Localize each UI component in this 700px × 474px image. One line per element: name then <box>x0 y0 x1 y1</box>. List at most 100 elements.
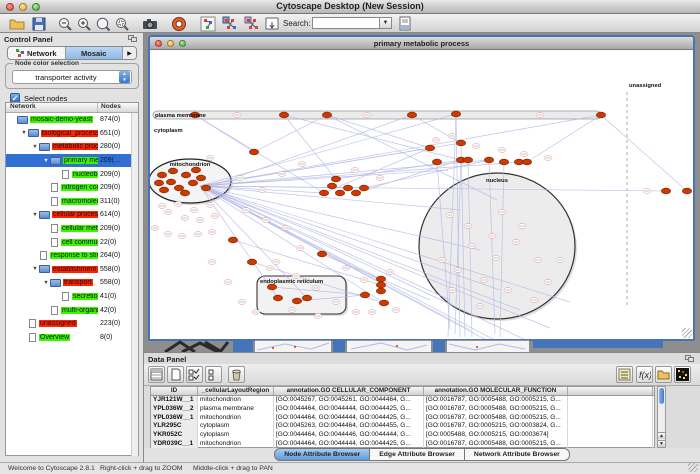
table-cell[interactable]: YPL036W__1 <box>151 414 198 423</box>
zoom-in-icon[interactable] <box>75 15 92 32</box>
tree-column-network[interactable]: Network <box>6 103 98 112</box>
app-resize-grip[interactable] <box>688 462 698 472</box>
tree-row-secretion[interactable]: secretion41(0) <box>6 290 138 304</box>
table-row[interactable]: YLR295Ccytoplasm[GO:0045263, GO:0044464,… <box>151 422 654 431</box>
tree-row-cell-communicat[interactable]: cell communicat22(0) <box>6 235 138 249</box>
table-header-2[interactable]: annotation.GO CELLULAR_COMPONENT <box>274 387 424 395</box>
delete-attribute-icon[interactable] <box>228 366 245 383</box>
search-input[interactable] <box>312 17 380 29</box>
tree-row-mosaic-demo-yeast[interactable]: mosaic-demo-yeast874(0) <box>6 113 138 127</box>
table-cell[interactable]: YJR121W__1 <box>151 396 198 405</box>
tab-mosaic[interactable]: Mosaic <box>66 47 124 59</box>
table-cell[interactable]: mitochondrion <box>198 414 274 423</box>
float-panel-icon[interactable] <box>685 355 694 363</box>
tree-row-overview[interactable]: Overview8(0) <box>6 331 138 345</box>
table-cell[interactable]: [GO:0016787, GO:0005488, GO:0005215, G..… <box>424 405 568 414</box>
save-icon[interactable] <box>30 15 47 32</box>
float-panel-icon[interactable] <box>128 35 137 43</box>
table-cell[interactable]: mitochondrion <box>198 396 274 405</box>
network-canvas[interactable]: plasma membranecytoplasmmitochondrionnuc… <box>150 50 693 339</box>
table-cell[interactable] <box>568 422 653 431</box>
scrollbar-thumb[interactable] <box>659 388 664 404</box>
table-cell[interactable] <box>568 396 653 405</box>
table-cell[interactable]: [GO:0016787, GO:0005488, GO:0005215, G..… <box>424 414 568 423</box>
tree-row-unassigned[interactable]: unassigned223(0) <box>6 317 138 331</box>
table-cell[interactable]: [GO:0016787, GO:0005215, GO:0003824, G..… <box>424 422 568 431</box>
tab-network-attribute-browser[interactable]: Network Attribute Browser <box>465 448 570 461</box>
matrix-view-icon[interactable] <box>674 366 691 383</box>
scroll-up-arrow[interactable]: ▲ <box>658 432 665 439</box>
table-cell[interactable]: [GO:0005488, GO:0005215, GO:0003674] <box>424 431 568 440</box>
table-cell[interactable] <box>568 431 653 440</box>
tree-row-biological-process[interactable]: ▼biological_process651(0) <box>6 127 138 141</box>
table-header-1[interactable]: _cellularLayoutRegion <box>198 387 274 395</box>
network-window-titlebar[interactable]: primary metabolic process <box>150 37 693 50</box>
network-from-selected-nodes-icon[interactable] <box>221 15 238 32</box>
expand-arrow-icon[interactable]: ▼ <box>31 212 39 218</box>
tree-row-multi-organism-pro[interactable]: multi-organism pro42(0) <box>6 303 138 317</box>
tree-scrollbar[interactable] <box>131 113 138 456</box>
scroll-down-arrow[interactable]: ▼ <box>658 440 665 447</box>
new-network-icon[interactable] <box>199 15 216 32</box>
table-row[interactable]: YPL036W__1mitochondrion[GO:0044464, GO:0… <box>151 414 654 423</box>
table-row[interactable]: YJR121W__1mitochondrion[GO:0045267, GO:0… <box>151 396 654 405</box>
search-options-icon[interactable] <box>396 15 413 32</box>
table-row[interactable]: YPL036W__2plasma membrane[GO:0044464, GO… <box>151 405 654 414</box>
unselect-all-attributes-icon[interactable] <box>205 366 222 383</box>
node-color-select[interactable]: transporter activity ▲▼ <box>12 70 132 84</box>
expand-arrow-icon[interactable]: ▼ <box>42 280 50 286</box>
tree-row-response-to-stimul[interactable]: response to stimul264(0) <box>6 249 138 263</box>
expand-arrow-icon[interactable]: ▼ <box>31 144 39 150</box>
select-attributes-icon[interactable] <box>148 366 165 383</box>
table-cell[interactable]: YKR052C <box>151 431 198 440</box>
create-attribute-icon[interactable] <box>167 366 184 383</box>
tree-row-nitrogen-compo[interactable]: nitrogen compo209(0) <box>6 181 138 195</box>
table-header-0[interactable]: ID <box>151 387 198 395</box>
expand-arrow-icon[interactable]: ▼ <box>20 130 28 136</box>
table-cell[interactable]: YPL036W__2 <box>151 405 198 414</box>
tree-row-macromolecule[interactable]: macromolecule311(0) <box>6 195 138 209</box>
zoom-fit-icon[interactable] <box>94 15 111 32</box>
network-view-window[interactable]: primary metabolic process plasma membran… <box>148 35 695 341</box>
zoom-selected-icon[interactable] <box>113 15 130 32</box>
table-cell[interactable]: [GO:0016787, GO:0005488, GO:0005215, G..… <box>424 396 568 405</box>
function-builder-icon[interactable]: f(x) <box>636 366 653 383</box>
tab-node-attribute-browser[interactable]: Node Attribute Browser <box>274 448 370 461</box>
window-titlebar[interactable]: Cytoscape Desktop (New Session) <box>0 0 700 14</box>
table-cell[interactable]: [GO:0044464, GO:0044446, GO:0044444, G..… <box>274 431 424 440</box>
expand-arrow-icon[interactable]: ▼ <box>31 266 39 272</box>
table-cell[interactable]: [GO:0044464, GO:0044444, GO:0044425, G..… <box>274 405 424 414</box>
table-header-3[interactable]: annotation.GO MOLECULAR_FUNCTION <box>424 387 568 395</box>
import-attributes-icon[interactable] <box>655 366 672 383</box>
open-icon[interactable] <box>8 15 25 32</box>
tab-edge-attribute-browser[interactable]: Edge Attribute Browser <box>370 448 465 461</box>
table-cell[interactable]: [GO:0045267, GO:0045261, GO:0044464, G..… <box>274 396 424 405</box>
tree-row-cellular-process[interactable]: ▼cellular process614(0) <box>6 208 138 222</box>
table-cell[interactable]: [GO:0045263, GO:0044464, GO:0044455, G..… <box>274 422 424 431</box>
tree-row-nucleobase-[interactable]: nucleobase-209(0) <box>6 167 138 181</box>
search-dropdown-arrow[interactable]: ▼ <box>380 17 392 29</box>
annotation-icon[interactable] <box>263 15 280 32</box>
tree-row-transport[interactable]: ▼transport558(0) <box>6 276 138 290</box>
tab-network[interactable]: Network <box>8 47 66 59</box>
select-all-attributes-icon[interactable] <box>186 366 203 383</box>
snapshot-icon[interactable] <box>141 15 158 32</box>
tree-row-metabolic-process[interactable]: ▼metabolic process280(0) <box>6 140 138 154</box>
table-cell[interactable]: cytoplasm <box>198 431 274 440</box>
tab-overflow-arrow[interactable]: ▶ <box>123 47 136 59</box>
tree-row-establishment-of-lo[interactable]: ▼establishment of lo558(0) <box>6 263 138 277</box>
expand-arrow-icon[interactable]: ▼ <box>42 158 50 164</box>
window-resize-grip[interactable] <box>682 328 692 338</box>
table-scrollbar[interactable]: ▲ ▼ <box>657 386 666 448</box>
attribute-list-icon[interactable] <box>616 366 633 383</box>
table-cell[interactable]: cytoplasm <box>198 422 274 431</box>
zoom-out-icon[interactable] <box>56 15 73 32</box>
table-cell[interactable]: [GO:0044464, GO:0044444, GO:0044425, G..… <box>274 414 424 423</box>
help-icon[interactable] <box>170 15 187 32</box>
tree-row-primary-metabo[interactable]: ▼primary metabo209(... <box>6 154 138 168</box>
table-cell[interactable]: YLR295C <box>151 422 198 431</box>
table-row[interactable]: YKR052Ccytoplasm[GO:0044464, GO:0044446,… <box>151 431 654 440</box>
table-cell[interactable]: plasma membrane <box>198 405 274 414</box>
table-header-filler[interactable] <box>568 387 653 395</box>
tree-row-cellular-metabo[interactable]: cellular metabo209(0) <box>6 222 138 236</box>
